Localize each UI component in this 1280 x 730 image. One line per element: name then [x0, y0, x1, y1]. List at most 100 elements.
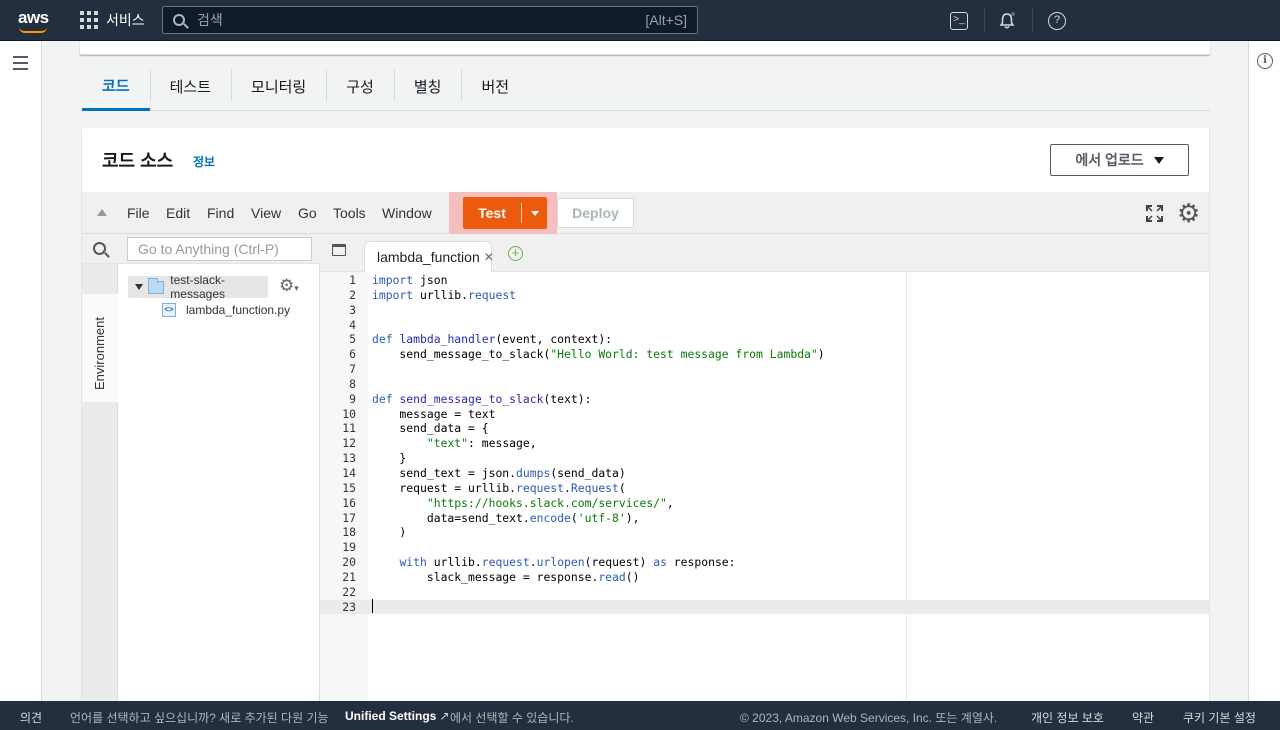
environment-tab[interactable]: Environment — [82, 294, 118, 402]
code-line[interactable]: 5 def lambda_handler(event, context): — [320, 332, 1209, 347]
ide-settings-gear-icon[interactable]: ⚙ — [1177, 200, 1200, 226]
aws-logo-text: aws — [18, 8, 49, 27]
code-line[interactable]: 13 } — [320, 451, 1209, 466]
code-line[interactable]: 8 — [320, 377, 1209, 392]
code-line[interactable]: 21 slack_message = response.read() — [320, 570, 1209, 585]
function-tabs: 코드 테스트 모니터링 구성 별칭 버전 — [82, 62, 1210, 111]
line-number: 19 — [342, 540, 356, 555]
tab-test[interactable]: 테스트 — [149, 62, 231, 110]
test-button-label: Test — [478, 205, 506, 221]
upload-from-label: 에서 업로드 — [1075, 152, 1144, 168]
code-line[interactable]: 15 request = urllib.request.Request( — [320, 481, 1209, 496]
menu-tools[interactable]: Tools — [333, 205, 366, 221]
editor-tab-lambda-function[interactable]: lambda_function ✕ — [364, 241, 494, 272]
code-line[interactable]: 22 — [320, 585, 1209, 600]
privacy-link[interactable]: 개인 정보 보호 — [1031, 709, 1104, 726]
menu-file[interactable]: File — [127, 205, 150, 221]
terms-link[interactable]: 약관 — [1132, 709, 1154, 726]
line-number: 9 — [349, 391, 356, 406]
close-tab-icon[interactable]: ✕ — [484, 250, 494, 264]
code-editor[interactable]: 1 import json 2 import urllib.request 3 4 5 def… — [320, 272, 1209, 701]
code-line[interactable]: 2 import urllib.request — [320, 288, 1209, 303]
code-line[interactable]: 1 import json — [320, 273, 1209, 288]
tree-folder-row[interactable]: test-slack-messages — [128, 273, 268, 301]
editor-tab-bar: lambda_function ✕ + — [320, 234, 1209, 272]
code-line[interactable]: 7 — [320, 362, 1209, 377]
test-button[interactable]: Test — [463, 197, 547, 229]
line-number: 14 — [342, 465, 356, 480]
tab-configuration[interactable]: 구성 — [326, 62, 394, 110]
tab-aliases[interactable]: 별칭 — [393, 62, 462, 110]
code-line[interactable]: 11 send_data = { — [320, 421, 1209, 436]
bell-icon[interactable] — [998, 12, 1016, 30]
goto-anything-input[interactable]: Go to Anything (Ctrl-P) — [127, 237, 312, 261]
line-number: 6 — [349, 347, 356, 362]
line-number: 22 — [342, 584, 356, 599]
aws-logo[interactable]: aws — [18, 8, 49, 33]
fullscreen-icon[interactable] — [1146, 205, 1163, 222]
code-line[interactable]: 20 with urllib.request.urlopen(request) … — [320, 555, 1209, 570]
line-number: 11 — [342, 421, 356, 436]
tab-code[interactable]: 코드 — [82, 62, 150, 111]
menu-find[interactable]: Find — [207, 205, 234, 221]
code-line[interactable]: 16 "https://hooks.slack.com/services/", — [320, 496, 1209, 511]
console-footer: 의견 언어를 선택하고 싶으십니까? 새로 추가된 다원 기능 Unified … — [0, 701, 1280, 730]
collapse-menu-icon[interactable] — [97, 209, 107, 216]
help-icon[interactable]: ? — [1048, 12, 1066, 30]
external-link-icon: ↗ — [439, 709, 450, 723]
search-icon — [173, 14, 185, 26]
code-line[interactable]: 19 — [320, 540, 1209, 555]
cookie-preferences-link[interactable]: 쿠키 기본 설정 — [1183, 709, 1256, 726]
line-number: 7 — [349, 362, 356, 377]
copyright: © 2023, Amazon Web Services, Inc. 또는 계열사… — [740, 711, 998, 725]
menu-view[interactable]: View — [251, 205, 281, 221]
code-line[interactable]: 3 — [320, 303, 1209, 318]
code-line[interactable]: 10 message = text — [320, 407, 1209, 422]
code-line[interactable]: 18 ) — [320, 525, 1209, 540]
menu-window[interactable]: Window — [382, 205, 432, 221]
code-line[interactable]: 6 send_message_to_slack("Hello World: te… — [320, 347, 1209, 362]
line-number: 8 — [349, 376, 356, 391]
add-tab-icon[interactable]: + — [508, 246, 523, 261]
code-line[interactable]: 12 "text": message, — [320, 436, 1209, 451]
tab-monitoring[interactable]: 모니터링 — [231, 62, 326, 110]
tab-list-icon[interactable] — [332, 244, 346, 256]
line-number: 21 — [342, 569, 356, 584]
line-number: 13 — [342, 451, 356, 466]
menu-go[interactable]: Go — [298, 205, 317, 221]
feedback-link[interactable]: 의견 — [20, 709, 42, 726]
test-dropdown-caret-icon[interactable] — [522, 210, 547, 216]
menu-edit[interactable]: Edit — [166, 205, 190, 221]
editor-tab-label: lambda_function — [377, 249, 480, 265]
file-name: lambda_function.py — [186, 303, 291, 317]
code-line[interactable]: 4 — [320, 318, 1209, 333]
tab-versions[interactable]: 버전 — [461, 62, 529, 110]
folder-expand-icon[interactable] — [135, 284, 143, 290]
code-line[interactable]: 9 def send_message_to_slack(text): — [320, 392, 1209, 407]
tree-file-row[interactable]: <> lambda_function.py — [162, 300, 290, 320]
deploy-button[interactable]: Deploy — [557, 198, 634, 228]
line-number: 16 — [342, 495, 356, 510]
info-link[interactable]: 정보 — [193, 153, 215, 170]
global-search-input[interactable]: 검색 [Alt+S] — [162, 6, 698, 34]
line-number: 23 — [342, 599, 356, 614]
language-prompt: 언어를 선택하고 싶으십니까? 새로 추가된 다원 기능 — [70, 711, 329, 725]
code-text: data=send_text.encode('utf-8'), — [372, 510, 640, 525]
info-panel-icon[interactable]: i — [1257, 53, 1273, 69]
code-line[interactable]: 23 — [320, 599, 1209, 615]
code-line[interactable]: 14 send_text = json.dumps(send_data) — [320, 466, 1209, 481]
hamburger-menu-icon[interactable] — [13, 56, 28, 74]
line-number: 17 — [342, 510, 356, 525]
code-lines[interactable]: 1 import json 2 import urllib.request 3 4 5 def… — [320, 273, 1209, 615]
unified-settings-link[interactable]: Unified Settings ↗ — [345, 709, 449, 723]
code-line[interactable]: 17 data=send_text.encode('utf-8'), — [320, 511, 1209, 526]
goto-search-icon — [93, 242, 106, 255]
line-number: 1 — [349, 273, 356, 287]
upload-from-button[interactable]: 에서 업로드 — [1050, 144, 1189, 176]
cloudshell-icon[interactable]: >_ — [950, 12, 968, 30]
code-text: def send_message_to_slack(text): — [372, 391, 592, 406]
services-menu-button[interactable]: 서비스 — [80, 8, 145, 32]
tree-settings-gear-icon[interactable]: ⚙▾ — [279, 276, 299, 296]
